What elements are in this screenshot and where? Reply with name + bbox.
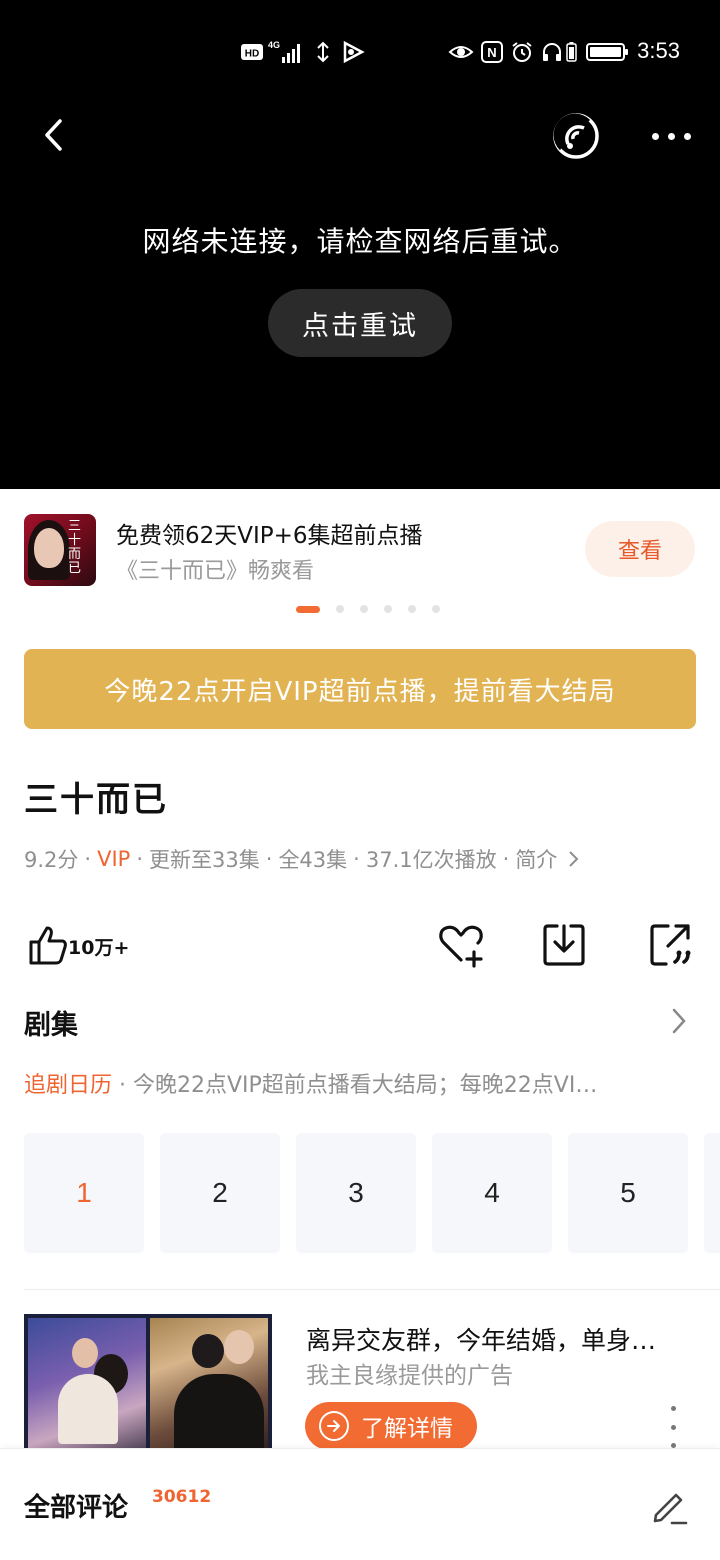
show-title: 三十而已 (24, 780, 168, 820)
promo-view-button[interactable]: 查看 (585, 521, 695, 577)
carousel-dot (432, 605, 440, 613)
download-icon (543, 924, 585, 966)
favorite-button[interactable] (436, 920, 486, 970)
episodes-section-title: 剧集 (24, 1010, 78, 1041)
svg-text:N: N (487, 45, 496, 60)
calendar-link[interactable]: 追剧日历 (24, 1073, 112, 1098)
episode-button-next[interactable] (704, 1133, 720, 1253)
favorite-add-icon (439, 925, 483, 968)
chevron-right-icon (672, 1008, 686, 1034)
episode-button-1[interactable]: 1 (24, 1133, 144, 1253)
more-vertical-icon (670, 1406, 676, 1411)
comments-count: 30612 (152, 1487, 212, 1507)
cast-button[interactable] (548, 108, 604, 164)
status-bar: HD 4G N 3:53 (0, 0, 720, 104)
promo-banner[interactable]: 三十而已 免费领62天VIP+6集超前点播 《三十而已》畅爽看 查看 (0, 489, 720, 629)
more-button[interactable] (642, 112, 700, 160)
chevron-right-icon (569, 851, 579, 867)
download-button[interactable] (540, 920, 590, 970)
battery-icon (586, 37, 630, 67)
back-button[interactable] (30, 110, 80, 160)
eye-icon (448, 37, 474, 67)
episode-button-3[interactable]: 3 (296, 1133, 416, 1253)
ad-learn-more-button[interactable]: 了解详情 (305, 1402, 477, 1450)
ad-more-button[interactable] (664, 1406, 682, 1448)
episodes-more-button[interactable] (664, 1004, 694, 1038)
share-icon (650, 924, 691, 966)
like-button[interactable]: 10万+ (28, 922, 129, 968)
write-comment-button[interactable] (648, 1485, 690, 1527)
retry-button[interactable]: 点击重试 (268, 289, 452, 357)
vip-notice-bar[interactable]: 今晚22点开启VIP超前点播，提前看大结局 (24, 649, 696, 729)
more-icon (651, 132, 659, 140)
signal-icon: 4G (268, 37, 306, 67)
carousel-indicator (296, 604, 440, 614)
ad-button-label: 了解详情 (361, 1416, 453, 1442)
thumbs-up-icon (29, 926, 67, 965)
vip-badge: VIP (97, 847, 131, 871)
network-error-message: 网络未连接，请检查网络后重试。 (142, 225, 578, 258)
arrow-right-icon (319, 1411, 349, 1441)
carousel-dot-active (296, 605, 320, 613)
cast-icon (553, 113, 599, 159)
promo-title: 免费领62天VIP+6集超前点播 (116, 523, 423, 549)
alarm-icon (510, 37, 534, 67)
episode-button-5[interactable]: 5 (568, 1133, 688, 1253)
play-count: 37.1亿次播放 (365, 848, 497, 872)
svg-text:HD: HD (245, 49, 259, 60)
edit-icon (653, 1493, 688, 1525)
episode-total: 全43集 (278, 848, 348, 872)
update-status: 更新至33集 (149, 848, 260, 872)
comments-bar[interactable]: 全部评论 30612 (0, 1448, 720, 1560)
ad-source: 我主良缘提供的广告 (306, 1363, 513, 1389)
play-icon (340, 37, 366, 67)
ad-title[interactable]: 离异交友群，今年结婚，单身… (306, 1321, 696, 1357)
ad-image[interactable] (24, 1314, 272, 1448)
episode-button-4[interactable]: 4 (432, 1133, 552, 1253)
episode-button-2[interactable]: 2 (160, 1133, 280, 1253)
carousel-dot (360, 605, 368, 613)
divider (24, 1289, 720, 1290)
battery-small-icon (566, 37, 578, 67)
show-score: 9.2分 (24, 848, 79, 872)
episode-list: 1 2 3 4 5 (24, 1133, 720, 1253)
back-icon (45, 119, 62, 151)
data-icon (312, 37, 334, 67)
svg-text:4G: 4G (268, 40, 280, 50)
intro-link[interactable]: 简介 (515, 844, 557, 874)
carousel-dot (336, 605, 344, 613)
show-meta: 9.2分 · VIP · 更新至33集 · 全43集 · 37.1亿次播放 · … (24, 844, 581, 874)
poster-calligraphy: 三十而已 (68, 519, 82, 576)
hd-icon: HD (240, 37, 264, 67)
promo-subtitle: 《三十而已》畅爽看 (116, 559, 315, 584)
carousel-dot (408, 605, 416, 613)
headphones-icon (540, 37, 564, 67)
nfc-icon: N (480, 37, 504, 67)
like-count: 10万+ (68, 936, 130, 959)
video-player[interactable]: HD 4G N 3:53 网络未连接，请检查网络后重试。 点击重试 (0, 0, 720, 489)
carousel-dot (384, 605, 392, 613)
calendar-text: · 今晚22点VIP超前点播看大结局；每晚22点VI… (112, 1073, 598, 1098)
share-button[interactable] (646, 920, 696, 970)
episode-calendar-row: 追剧日历 · 今晚22点VIP超前点播看大结局；每晚22点VI… (24, 1067, 696, 1099)
status-time: 3:53 (637, 38, 680, 63)
promo-poster-image: 三十而已 (24, 514, 96, 586)
comments-title: 全部评论 (24, 1493, 129, 1523)
